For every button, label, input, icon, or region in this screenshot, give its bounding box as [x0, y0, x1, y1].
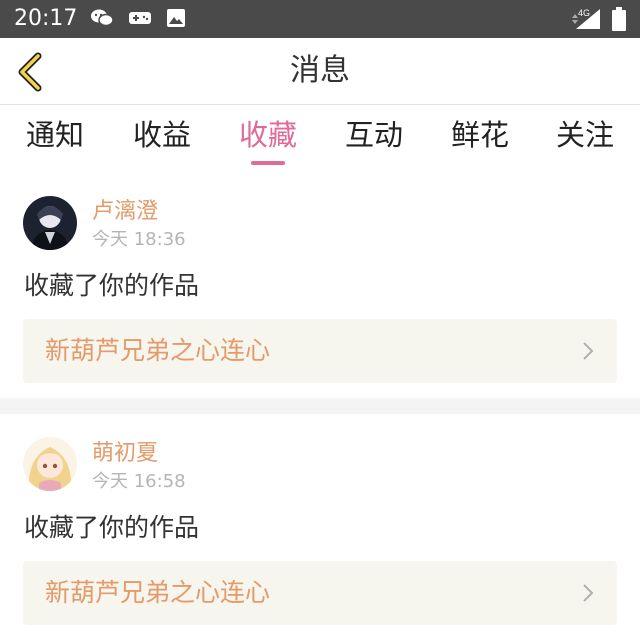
avatar[interactable] [23, 196, 77, 250]
message-time: 今天 18:36 [92, 229, 186, 250]
message-item: 萌初夏 今天 16:58 收藏了你的作品 新葫芦兄弟之心连心 [0, 414, 640, 642]
tab-earnings[interactable]: 收益 [133, 115, 191, 155]
wechat-icon [90, 8, 114, 32]
username[interactable]: 卢漓澄 [92, 198, 158, 226]
tab-flowers[interactable]: 鲜花 [451, 115, 509, 155]
signal-icon: 4G [572, 7, 602, 35]
header: 消息 [0, 38, 640, 105]
tab-bar: 通知 收益 收藏 互动 鲜花 关注 [0, 105, 640, 167]
section-divider [0, 398, 640, 414]
message-action: 收藏了你的作品 [24, 513, 200, 542]
work-link[interactable]: 新葫芦兄弟之心连心 [23, 319, 617, 383]
message-action: 收藏了你的作品 [24, 271, 200, 300]
tab-following[interactable]: 关注 [556, 115, 614, 155]
gamepad-icon [128, 9, 152, 31]
status-right: 4G [572, 7, 626, 35]
message-item: 卢漓澄 今天 18:36 收藏了你的作品 新葫芦兄弟之心连心 [0, 166, 640, 398]
network-type-label: 4G [578, 8, 590, 18]
tab-interactions[interactable]: 互动 [345, 115, 403, 155]
work-title: 新葫芦兄弟之心连心 [45, 578, 271, 607]
status-time: 20:17 [14, 6, 78, 31]
chevron-right-icon [583, 584, 594, 602]
status-bar: 20:17 4G [0, 0, 640, 38]
tab-favorites[interactable]: 收藏 [239, 115, 297, 155]
notification-icons [90, 8, 186, 32]
username[interactable]: 萌初夏 [92, 440, 158, 468]
avatar[interactable] [23, 437, 77, 491]
tab-notifications[interactable]: 通知 [26, 115, 84, 155]
page-title: 消息 [290, 53, 350, 88]
chevron-right-icon [583, 342, 594, 360]
battery-icon [612, 7, 626, 35]
active-tab-indicator [251, 161, 285, 165]
work-title: 新葫芦兄弟之心连心 [45, 336, 271, 365]
work-link[interactable]: 新葫芦兄弟之心连心 [23, 561, 617, 625]
message-time: 今天 16:58 [92, 471, 186, 492]
image-icon [166, 8, 186, 32]
